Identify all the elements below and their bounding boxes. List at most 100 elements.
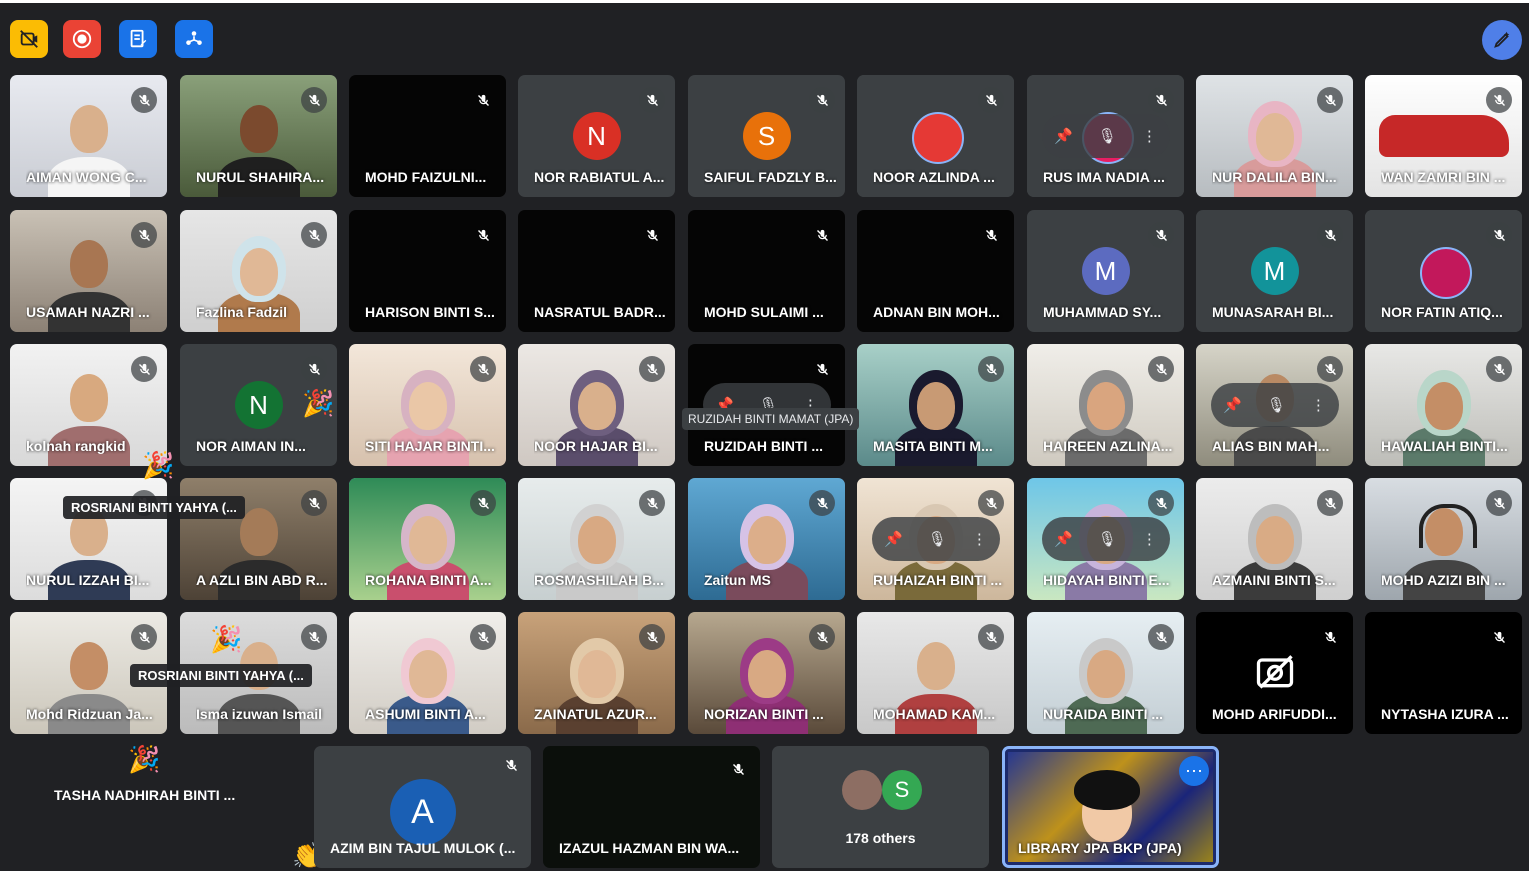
mic-off-icon (1148, 222, 1174, 248)
participant-tile[interactable]: AZMAINI BINTI S... (1196, 478, 1353, 600)
pin-icon[interactable]: 📌 (884, 530, 903, 548)
participant-tile[interactable]: ROSMASHILAH B... (518, 478, 675, 600)
mic-off-icon (470, 87, 496, 113)
participant-tile[interactable]: HAIREEN AZLINA... (1027, 344, 1184, 466)
mute-icon[interactable]: 🎙 (1098, 127, 1117, 145)
participant-tile[interactable]: HAWALIAH BINTI... (1365, 344, 1522, 466)
others-tile[interactable]: S 178 others (772, 746, 989, 868)
participant-tile[interactable]: M MUHAMMAD SY... (1027, 210, 1184, 332)
camera-off-button[interactable] (10, 20, 48, 58)
more-options-icon[interactable]: ⋮ (972, 530, 987, 548)
participant-tile[interactable]: NORIZAN BINTI ... (688, 612, 845, 734)
host-controls-button[interactable] (175, 20, 213, 58)
participant-tile[interactable]: MOHD ARIFUDDI... (1196, 612, 1353, 734)
participant-tile[interactable]: NURAIDA BINTI ... (1027, 612, 1184, 734)
participant-name: AIMAN WONG C... (26, 169, 147, 185)
participant-tile[interactable]: AIMAN WONG C... (10, 75, 167, 197)
participant-tile[interactable]: ADNAN BIN MOH... (857, 210, 1014, 332)
participant-tile[interactable]: NOOR AZLINDA ... (857, 75, 1014, 197)
participant-name: MOHD ARIFUDDI... (1212, 706, 1337, 722)
person-face (578, 382, 616, 430)
pin-icon[interactable]: 📌 (1054, 530, 1073, 548)
participant-name: NORIZAN BINTI ... (704, 706, 824, 722)
mic-off-icon (1148, 624, 1174, 650)
mute-icon[interactable]: 🎙 (1267, 396, 1286, 414)
participant-tile[interactable]: 📌 🎙 ⋮ RUS IMA NADIA ... (1027, 75, 1184, 197)
participant-tile[interactable]: NURUL SHAHIRA... (180, 75, 337, 197)
participant-tile[interactable]: ASHUMI BINTI A... (349, 612, 506, 734)
participant-tile[interactable]: 📌 🎙 ⋮ ALIAS BIN MAH... (1196, 344, 1353, 466)
participant-tile[interactable]: HARISON BINTI S... (349, 210, 506, 332)
party-popper-icon: 🎉 (128, 744, 161, 774)
pin-icon[interactable]: 📌 (1223, 396, 1242, 414)
person-face (917, 642, 955, 690)
party-popper-icon: 🎉 (302, 388, 335, 418)
participant-name: MUHAMMAD SY... (1043, 304, 1162, 320)
participant-name: Isma izuwan Ismail (196, 706, 323, 722)
participant-tile[interactable]: kolnah rangkid (10, 344, 167, 466)
more-options-icon[interactable]: ⋮ (1142, 127, 1157, 145)
tile-hover-controls[interactable]: 📌 🎙 ⋮ (871, 517, 1000, 561)
mic-off-icon (639, 222, 665, 248)
mic-off-icon (301, 222, 327, 248)
participant-tile[interactable]: MOHD FAIZULNI... (349, 75, 506, 197)
participant-name: RUHAIZAH BINTI ... (873, 572, 1003, 588)
participant-tile[interactable]: NOR FATIN ATIQ... (1365, 210, 1522, 332)
participant-name: NURAIDA BINTI ... (1043, 706, 1164, 722)
participant-name: WAN ZAMRI BIN ... (1381, 169, 1506, 185)
participant-tile[interactable]: 📌 🎙 ⋮ RUHAIZAH BINTI ... (857, 478, 1014, 600)
pin-icon[interactable]: 📌 (1054, 127, 1073, 145)
mic-off-icon (1317, 624, 1343, 650)
mute-icon[interactable]: 🎙 (1098, 530, 1117, 548)
participant-tile[interactable]: NYTASHA IZURA ... (1365, 612, 1522, 734)
participant-tile[interactable]: MOHAMAD KAM... (857, 612, 1014, 734)
participant-tile[interactable]: NOOR HAJAR BI... (518, 344, 675, 466)
mic-off-icon (1148, 490, 1174, 516)
participant-tile-library[interactable]: ⋯ LIBRARY JPA BKP (JPA) (1002, 746, 1219, 868)
avatar: A (389, 779, 456, 845)
participant-tile[interactable]: NASRATUL BADR... (518, 210, 675, 332)
participant-tile[interactable]: ZAINATUL AZUR... (518, 612, 675, 734)
participant-tile-izazul[interactable]: IZAZUL HAZMAN BIN WA... (543, 746, 760, 868)
notes-button[interactable] (119, 20, 157, 58)
participant-name: ROHANA BINTI A... (365, 572, 492, 588)
edit-layout-button[interactable] (1482, 20, 1522, 60)
participant-name: USAMAH NAZRI ... (26, 304, 150, 320)
participant-tile-azim[interactable]: A AZIM BIN TAJUL MULOK (... (314, 746, 531, 868)
participant-name: HARISON BINTI S... (365, 304, 495, 320)
mute-icon[interactable]: 🎙 (928, 530, 947, 548)
participant-tile[interactable]: 📌 🎙 ⋮ HIDAYAH BINTI E... (1027, 478, 1184, 600)
participant-tile[interactable]: WAN ZAMRI BIN ... (1365, 75, 1522, 197)
record-button[interactable] (63, 20, 101, 58)
more-options-icon[interactable]: ⋮ (1142, 530, 1157, 548)
participant-tile[interactable]: M MUNASARAH BI... (1196, 210, 1353, 332)
participant-name: ALIAS BIN MAH... (1212, 438, 1330, 454)
participant-tile[interactable]: S SAIFUL FADZLY B... (688, 75, 845, 197)
mic-off-icon (809, 356, 835, 382)
participant-tile[interactable]: Fazlina Fadzil (180, 210, 337, 332)
tile-hover-controls[interactable]: 📌 🎙 ⋮ (1210, 383, 1339, 427)
mic-off-icon (639, 356, 665, 382)
person-face (917, 382, 955, 430)
tile-hover-controls[interactable]: 📌 🎙 ⋮ (1041, 114, 1170, 158)
participant-tile[interactable]: 📌 🎙 ⋮ RUZIDAH BINTI ... (688, 344, 845, 466)
participant-tile[interactable]: MOHD AZIZI BIN ... (1365, 478, 1522, 600)
car-image (1379, 115, 1509, 157)
person-face (70, 374, 108, 422)
more-options-icon[interactable]: ⋮ (1311, 396, 1326, 414)
participant-tile[interactable]: NUR DALILA BIN... (1196, 75, 1353, 197)
participant-tile[interactable]: SITI HAJAR BINTI... (349, 344, 506, 466)
mic-off-icon (470, 356, 496, 382)
participant-tile[interactable]: MOHD SULAIMI ... (688, 210, 845, 332)
mic-off-icon (1317, 222, 1343, 248)
person-face (240, 248, 278, 296)
participant-tile[interactable]: ROHANA BINTI A... (349, 478, 506, 600)
person-face (1256, 516, 1294, 564)
person-face (1256, 113, 1294, 161)
participant-tile[interactable]: USAMAH NAZRI ... (10, 210, 167, 332)
more-options-icon[interactable]: ⋯ (1179, 756, 1209, 786)
participant-tile[interactable]: MASITA BINTI M... (857, 344, 1014, 466)
tile-hover-controls[interactable]: 📌 🎙 ⋮ (1041, 517, 1170, 561)
participant-tile[interactable]: Zaitun MS (688, 478, 845, 600)
participant-tile[interactable]: N NOR RABIATUL A... (518, 75, 675, 197)
